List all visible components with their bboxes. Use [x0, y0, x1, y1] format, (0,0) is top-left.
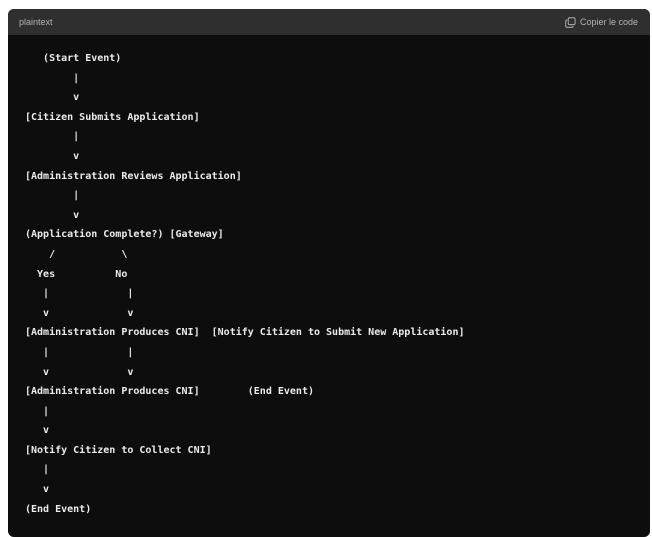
code-language-label: plaintext [19, 17, 53, 27]
code-line: v v [25, 307, 134, 319]
code-line: Yes No [25, 268, 128, 280]
copy-icon [565, 16, 576, 28]
code-line: | [25, 72, 80, 84]
code-line: | [25, 405, 50, 417]
code-line: v [25, 425, 50, 437]
code-line: (End Event) [25, 503, 92, 515]
code-line: v v [25, 366, 134, 378]
code-line: [Administration Produces CNI] [Notify Ci… [25, 327, 465, 339]
code-line: / \ [25, 248, 128, 260]
code-line: | | [25, 346, 134, 358]
code-line: | [25, 131, 80, 143]
code-line: (Start Event) [25, 53, 122, 64]
code-line: | [25, 190, 80, 202]
code-body[interactable]: (Start Event) | v [Citizen Submits Appli… [8, 35, 650, 519]
code-line: | | [25, 288, 134, 300]
code-line: v [25, 92, 80, 104]
code-content: (Start Event) | v [Citizen Submits Appli… [25, 49, 650, 519]
code-line: | [25, 464, 50, 476]
code-line: [Citizen Submits Application] [25, 111, 200, 123]
code-line: (Application Complete?) [Gateway] [25, 229, 224, 241]
code-header: plaintext Copier le code [8, 9, 650, 35]
copy-code-button[interactable]: Copier le code [565, 16, 638, 28]
code-line: v [25, 150, 80, 162]
code-line: v [25, 209, 80, 221]
code-block: plaintext Copier le code (Start Event) |… [8, 9, 650, 537]
code-line: [Administration Produces CNI] (End Event… [25, 386, 314, 398]
code-line: [Notify Citizen to Collect CNI] [25, 444, 212, 456]
code-line: v [25, 484, 50, 496]
code-line: [Administration Reviews Application] [25, 170, 242, 182]
copy-code-label: Copier le code [579, 17, 638, 27]
